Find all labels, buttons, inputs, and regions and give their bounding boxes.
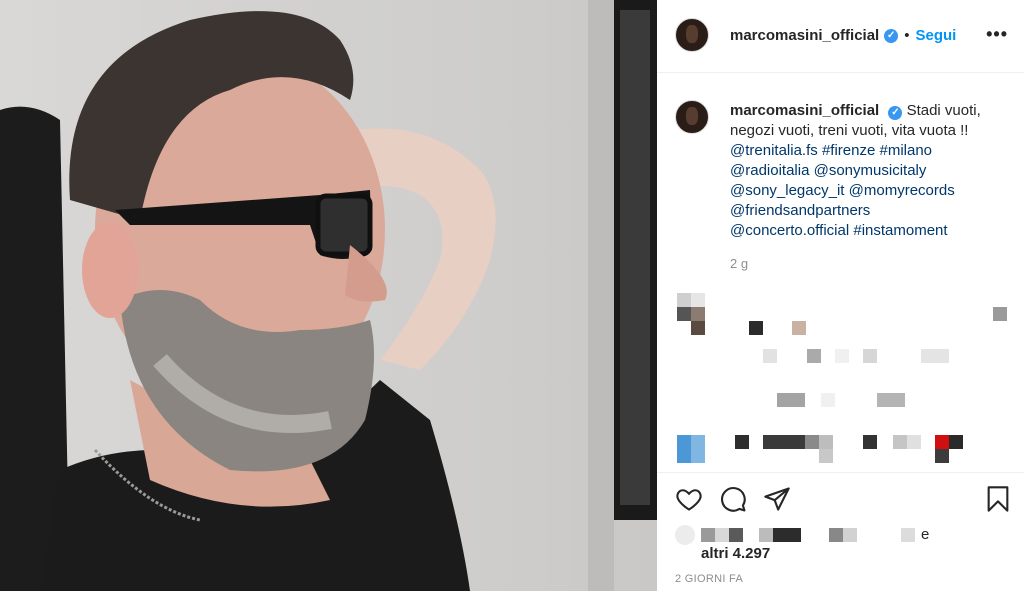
verified-badge-icon: ✓ (888, 106, 903, 120)
header-user: marcomasini_official ✓ • Segui (730, 27, 956, 44)
tag-link[interactable]: #firenze (822, 142, 875, 159)
follow-button[interactable]: Segui (916, 27, 957, 44)
tag-link[interactable]: @radioitalia (730, 162, 809, 179)
liked-by-conjunction: e (921, 526, 930, 543)
bookmark-icon[interactable] (985, 485, 1011, 518)
username-link[interactable]: marcomasini_official (730, 27, 879, 44)
likes-count-link[interactable]: altri 4.297 (701, 545, 770, 562)
tag-link[interactable]: #instamoment (853, 222, 947, 239)
caption: marcomasini_official ✓ Stadi vuoti, nego… (730, 101, 1010, 241)
more-options-icon[interactable]: ••• (986, 24, 1008, 45)
post-photo[interactable] (0, 0, 657, 591)
separator-dot: • (904, 27, 910, 44)
share-icon[interactable] (763, 485, 791, 518)
photo-illustration (0, 0, 657, 591)
caption-avatar[interactable] (675, 100, 709, 134)
caption-age: 2 g (730, 256, 749, 271)
post-side-panel: marcomasini_official ✓ • Segui ••• marco… (657, 0, 1024, 591)
pixelated-comments (657, 285, 1024, 475)
tag-link[interactable]: #milano (879, 142, 932, 159)
post-header: marcomasini_official ✓ • Segui ••• (657, 0, 1024, 73)
actions-bar: e altri 4.297 2 GIORNI FA (657, 472, 1024, 592)
tag-link[interactable]: @friendsandpartners (730, 202, 870, 219)
tag-link[interactable]: @momyrecords (849, 182, 955, 199)
tag-link[interactable]: @concerto.official (730, 222, 849, 239)
tag-link[interactable]: @sony_legacy_it (730, 182, 844, 199)
comment-icon[interactable] (719, 485, 747, 518)
avatar[interactable] (675, 18, 709, 52)
tag-link[interactable]: @sonymusicitaly (814, 162, 927, 179)
caption-username-link[interactable]: marcomasini_official (730, 102, 879, 119)
heart-icon[interactable] (675, 485, 703, 518)
liked-by-pixelated: e (675, 525, 975, 545)
verified-badge-icon: ✓ (884, 28, 899, 43)
post-timestamp: 2 GIORNI FA (675, 573, 744, 585)
tag-link[interactable]: @trenitalia.fs (730, 142, 818, 159)
